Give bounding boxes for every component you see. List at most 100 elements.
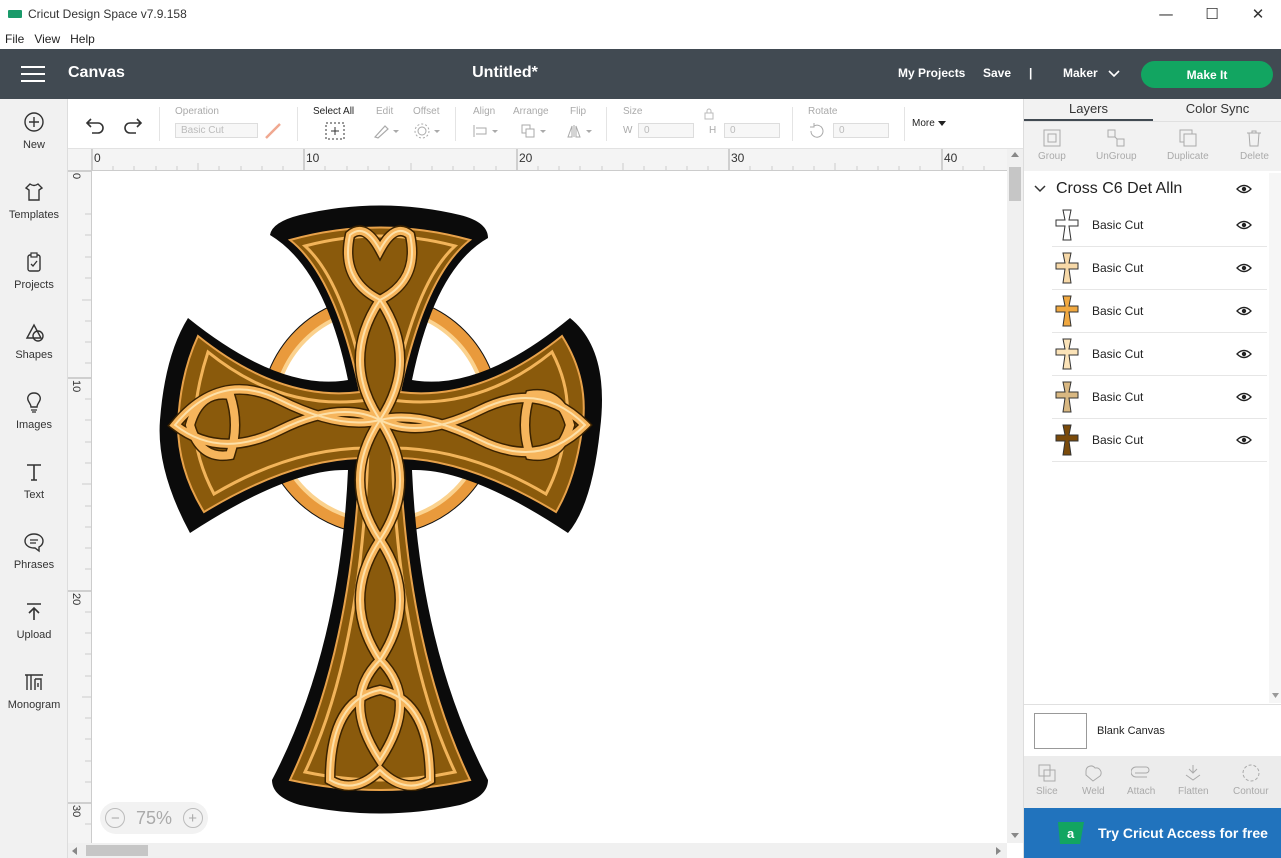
layer-row[interactable]: Basic Cut <box>1052 204 1267 247</box>
sidebar-item-shapes[interactable]: Shapes <box>0 321 68 381</box>
layer-row[interactable]: Basic Cut <box>1052 333 1267 376</box>
chevron-down-icon[interactable] <box>1108 70 1120 78</box>
my-projects-link[interactable]: My Projects <box>898 66 965 80</box>
chevron-down-icon[interactable] <box>1034 185 1046 193</box>
layer-row[interactable]: Basic Cut <box>1052 376 1267 419</box>
celtic-cross-image[interactable] <box>92 171 1007 843</box>
flip-label: Flip <box>570 106 587 117</box>
arrange-label: Arrange <box>513 106 549 117</box>
blank-canvas-swatch[interactable] <box>1034 712 1087 749</box>
paperclip-icon <box>1131 766 1150 778</box>
eye-icon[interactable] <box>1236 391 1252 403</box>
menu-view[interactable]: View <box>29 32 65 46</box>
redo-icon[interactable] <box>122 116 144 134</box>
blank-canvas-row[interactable]: Blank Canvas <box>1024 704 1281 756</box>
clipboard-icon <box>27 252 41 272</box>
align-icon[interactable] <box>472 123 500 139</box>
rotate-input[interactable]: 0 <box>833 123 889 138</box>
menu-help[interactable]: Help <box>65 32 100 46</box>
select-all-icon[interactable] <box>325 122 345 140</box>
offset-icon[interactable] <box>414 123 442 139</box>
close-button[interactable]: ✕ <box>1235 0 1281 28</box>
layer-thumb-shape <box>1055 295 1079 327</box>
flatten-button[interactable]: Flatten <box>1178 763 1209 797</box>
more-button[interactable]: More <box>912 118 935 129</box>
sidebar-item-projects[interactable]: Projects <box>0 251 68 311</box>
maximize-button[interactable]: ☐ <box>1189 0 1235 28</box>
eye-icon[interactable] <box>1236 183 1252 195</box>
zoom-out-button[interactable]: − <box>105 808 126 828</box>
zoom-in-button[interactable]: + <box>182 808 203 828</box>
height-input[interactable]: 0 <box>724 123 780 138</box>
make-it-button[interactable]: Make It <box>1141 61 1273 88</box>
vertical-scroll-thumb[interactable] <box>1009 167 1021 201</box>
scroll-up-icon[interactable] <box>1011 152 1019 158</box>
ruler-tick-label: 10 <box>70 380 82 393</box>
scroll-down-icon[interactable] <box>1011 833 1019 839</box>
sidebar-item-monogram[interactable]: Monogram <box>0 671 68 731</box>
delete-button[interactable]: Delete <box>1240 128 1269 162</box>
eye-icon[interactable] <box>1236 262 1252 274</box>
select-all-label: Select All <box>313 106 355 117</box>
minimize-button[interactable]: — <box>1143 0 1189 28</box>
vertical-scrollbar[interactable] <box>1007 149 1023 843</box>
sidebar-label: Monogram <box>7 699 61 711</box>
scroll-down-icon[interactable] <box>1272 693 1279 698</box>
layer-group-row[interactable]: Cross C6 Det Alln <box>1024 175 1269 203</box>
eye-icon[interactable] <box>1236 434 1252 446</box>
weld-icon <box>1085 765 1102 782</box>
ungroup-button[interactable]: UnGroup <box>1096 128 1137 162</box>
document-title[interactable]: Untitled* <box>0 64 1010 82</box>
sidebar-item-new[interactable]: New <box>0 111 68 171</box>
scroll-left-icon[interactable] <box>72 847 78 855</box>
layer-thumb-shape <box>1055 381 1079 413</box>
save-button[interactable]: Save <box>983 66 1011 80</box>
sidebar-label: Text <box>23 489 45 501</box>
design-canvas[interactable] <box>92 171 1007 843</box>
rotate-icon[interactable] <box>808 123 826 139</box>
app-logo-icon <box>8 10 22 18</box>
sidebar-label: Phrases <box>13 559 55 571</box>
sidebar-item-templates[interactable]: Templates <box>0 181 68 241</box>
undo-icon[interactable] <box>84 116 106 134</box>
layer-row[interactable]: Basic Cut <box>1052 419 1267 462</box>
machine-selector[interactable]: Maker <box>1063 66 1098 80</box>
layer-thumbnail <box>1055 252 1079 284</box>
layer-row[interactable]: Basic Cut <box>1052 290 1267 333</box>
arrange-icon[interactable] <box>520 123 548 139</box>
width-input[interactable]: 0 <box>638 123 694 138</box>
group-button[interactable]: Group <box>1038 128 1066 162</box>
layer-name: Basic Cut <box>1092 390 1144 404</box>
eye-icon[interactable] <box>1236 348 1252 360</box>
caret-down-icon[interactable] <box>938 121 946 127</box>
layer-thumbnail <box>1055 381 1079 413</box>
scroll-right-icon[interactable] <box>996 847 1002 855</box>
layer-row[interactable]: Basic Cut <box>1052 247 1267 290</box>
flip-icon[interactable] <box>566 123 594 139</box>
sidebar-item-upload[interactable]: Upload <box>0 601 68 661</box>
contour-button[interactable]: Contour <box>1233 763 1269 797</box>
cricut-access-banner[interactable]: a Try Cricut Access for free <box>1024 808 1281 858</box>
height-label: H <box>709 125 717 136</box>
layers-scrollbar[interactable] <box>1269 173 1281 703</box>
duplicate-button[interactable]: Duplicate <box>1167 128 1209 162</box>
tab-layers[interactable]: Layers <box>1024 99 1153 121</box>
pen-color-icon[interactable] <box>264 122 282 140</box>
eye-icon[interactable] <box>1236 219 1252 231</box>
lock-icon[interactable] <box>704 108 714 120</box>
edit-pencil-icon[interactable] <box>373 123 399 139</box>
horizontal-scroll-thumb[interactable] <box>86 845 148 856</box>
sidebar-item-phrases[interactable]: Phrases <box>0 531 68 591</box>
menu-file[interactable]: File <box>0 32 29 46</box>
access-banner-text: Try Cricut Access for free <box>1098 825 1268 841</box>
sidebar-item-text[interactable]: Text <box>0 461 68 521</box>
eye-icon[interactable] <box>1236 305 1252 317</box>
horizontal-scrollbar[interactable] <box>68 843 1007 858</box>
operation-label: Operation <box>175 106 219 117</box>
attach-button[interactable]: Attach <box>1127 763 1155 797</box>
tab-color-sync[interactable]: Color Sync <box>1153 99 1281 121</box>
operation-select[interactable]: Basic Cut <box>175 123 258 138</box>
weld-button[interactable]: Weld <box>1082 763 1105 797</box>
sidebar-item-images[interactable]: Images <box>0 391 68 451</box>
slice-button[interactable]: Slice <box>1036 763 1058 797</box>
